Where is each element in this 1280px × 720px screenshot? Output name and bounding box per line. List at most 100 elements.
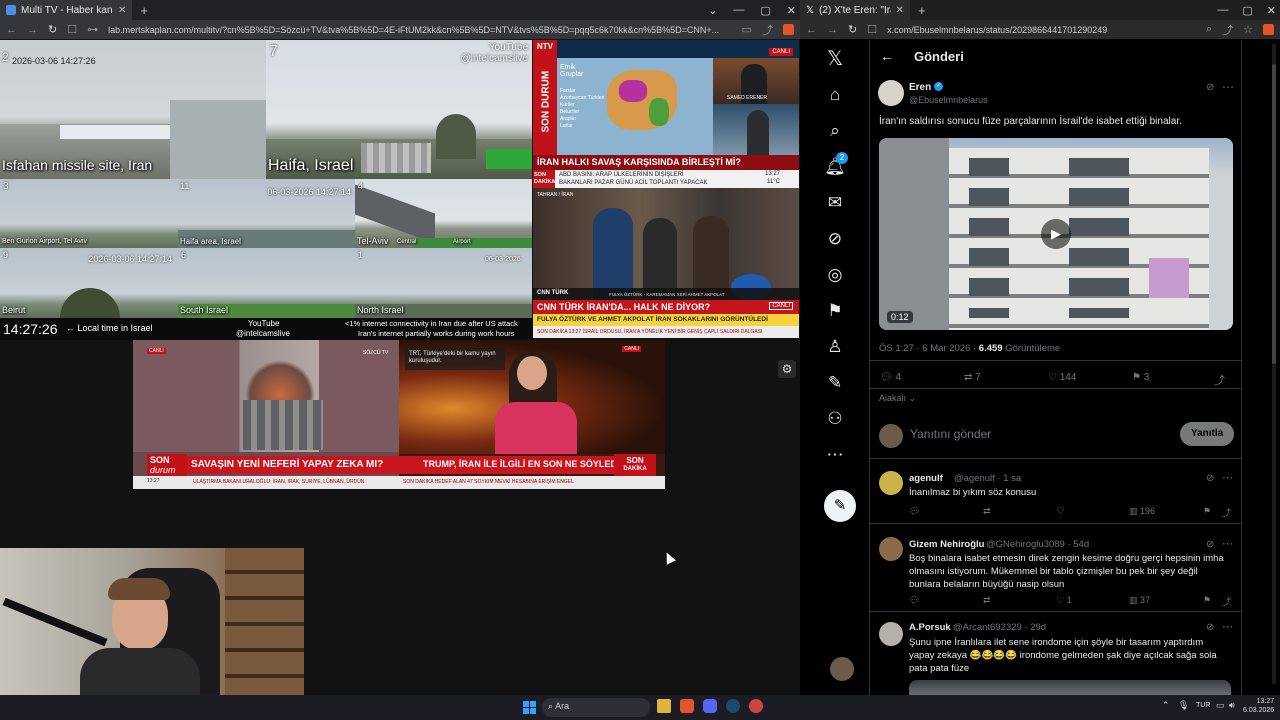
brave-shield-icon[interactable] <box>783 24 794 35</box>
camera-haifa-area[interactable]: 11 06-03-2026 14:27:14 Haifa area, Israe… <box>178 179 355 248</box>
reply-avatar[interactable] <box>879 471 903 495</box>
bookmark-icon[interactable]: ⚑ <box>1203 506 1211 517</box>
camera-south-israel[interactable]: 6 South Israel <box>178 248 355 318</box>
reply-button[interactable]: Yanıtla <box>1180 422 1235 446</box>
share-icon[interactable]: ⤴ <box>1222 506 1231 519</box>
chevron-down-icon[interactable]: ⌄ <box>708 4 717 17</box>
search-icon[interactable]: ⌕ <box>824 120 846 142</box>
post-menu-icon[interactable]: ⋯ <box>1222 80 1234 94</box>
user-avatar[interactable] <box>830 657 854 681</box>
repost-icon[interactable]: ⇄ <box>983 506 991 517</box>
cnn-turk-stream[interactable]: TAHRAN / İRAN CNN TÜRK FULYA ÖZTÜRK - KA… <box>533 188 799 338</box>
new-tab-icon[interactable]: + <box>132 3 156 18</box>
share-icon[interactable]: ⤴ <box>762 22 773 38</box>
notifications-icon[interactable]: 🔔︎ 2 <box>824 152 848 178</box>
scrollbar[interactable] <box>1272 44 1276 684</box>
reload-icon[interactable]: ↻ <box>48 23 57 36</box>
back-icon[interactable]: ← <box>806 24 817 36</box>
compose-list-icon[interactable]: ✎ <box>824 372 846 394</box>
repost-icon[interactable]: ⇄ <box>983 595 991 606</box>
zoom-icon[interactable]: ⌕ <box>1206 23 1212 36</box>
verified-icon[interactable]: ◎ <box>824 264 846 286</box>
close-window-icon[interactable]: ✕ <box>1267 4 1276 17</box>
maximize-icon[interactable]: ▢ <box>760 4 770 17</box>
reply-menu-icon[interactable]: ⋯ <box>1222 537 1233 550</box>
camera-haifa[interactable]: 7 YouTube @intelcamslive Haifa, Israel <box>266 40 532 179</box>
gear-icon[interactable]: ⚙ <box>778 360 796 378</box>
reply-image[interactable] <box>909 680 1231 695</box>
chrome-icon[interactable] <box>749 699 763 713</box>
maximize-icon[interactable]: ▢ <box>1242 4 1252 17</box>
grok-icon[interactable]: ⊘ <box>824 228 846 250</box>
sort-selector[interactable]: Alakalı ⌄ <box>879 393 916 404</box>
action-like[interactable]: ♡ 144 <box>1048 372 1076 383</box>
x-logo-icon[interactable]: 𝕏 <box>824 48 846 70</box>
share-icon[interactable]: ⤴ <box>1222 595 1231 608</box>
forward-icon[interactable]: → <box>827 24 838 36</box>
grok-explain-icon[interactable]: ⊘ <box>1206 539 1214 550</box>
action-bookmark[interactable]: ⚑ 3 <box>1132 372 1149 383</box>
more-icon[interactable]: ⋯ <box>824 444 846 466</box>
action-reply[interactable]: 💬︎ 4 <box>880 372 901 383</box>
ntv-stream[interactable]: NTV SON DURUM Etnik Gruplar Farslar Azer… <box>533 40 799 170</box>
microphone-icon[interactable]: 🎙︎ <box>1178 700 1189 711</box>
steam-icon[interactable] <box>726 699 740 713</box>
new-tab-icon[interactable]: + <box>910 3 934 18</box>
reply-handle[interactable]: @agenulf · 1 sa <box>954 473 1021 484</box>
sozcu-tv-stream[interactable]: CANLI SÖZCÜ TV SON durum SAVAŞIN YENİ NE… <box>133 340 399 489</box>
input-language[interactable]: TUR <box>1196 702 1210 709</box>
reply-item[interactable]: agenulf @agenulf · 1 sa ⊘ ⋯ İnanılmaz bi… <box>870 458 1241 524</box>
reply-avatar[interactable] <box>879 537 903 561</box>
like-stat[interactable]: ♡ 1 <box>1056 595 1072 606</box>
close-tab-icon[interactable]: ✕ <box>118 5 126 16</box>
volume-icon[interactable]: 🔊︎ <box>1229 700 1235 711</box>
minimize-icon[interactable]: — <box>733 4 744 16</box>
reload-icon[interactable]: ↻ <box>848 23 857 36</box>
cast-icon[interactable]: ▭ <box>742 23 752 36</box>
discord-icon[interactable] <box>703 699 717 713</box>
camera-tel-aviv[interactable]: 4 Tel-Aviv Central Airport <box>355 179 532 248</box>
brave-shield-icon[interactable] <box>1263 24 1274 35</box>
author-handle[interactable]: @Ebuselmnbelarus <box>909 95 988 105</box>
reply-item[interactable]: Gizem Nehiroğlu @GNehiroglu3089 · 54d ⊘ … <box>870 524 1241 612</box>
camera-beirut[interactable]: 9 2026-03-06 14:27:14 Beirut <box>0 248 178 318</box>
reply-handle[interactable]: @GNehiroglu3089 · 54d <box>986 539 1089 550</box>
bookmark-icon[interactable]: ☐ <box>867 23 877 36</box>
minimize-icon[interactable]: — <box>1217 4 1228 16</box>
heart-icon[interactable]: ♡ <box>1056 506 1065 517</box>
bookmark-icon[interactable]: ☐ <box>67 23 77 36</box>
author-name[interactable]: Eren <box>909 82 931 93</box>
play-icon[interactable]: ▶ <box>1041 219 1071 249</box>
back-arrow-icon[interactable]: ← <box>880 48 894 64</box>
scrollbar-thumb[interactable] <box>1272 64 1276 364</box>
back-icon[interactable]: ← <box>6 24 17 36</box>
reply-menu-icon[interactable]: ⋯ <box>1222 620 1233 633</box>
forward-icon[interactable]: → <box>27 24 38 36</box>
reply-avatar[interactable] <box>879 622 903 646</box>
post-timestamp[interactable]: ÖS 1:27 · 6 Mar 2026 · <box>879 343 979 354</box>
grok-explain-icon[interactable]: ⊘ <box>1206 622 1214 633</box>
close-tab-icon[interactable]: ✕ <box>896 5 904 16</box>
post-button[interactable]: ✎ <box>824 490 856 522</box>
post-video[interactable]: ▶ 0:12 <box>879 138 1233 330</box>
author-avatar[interactable] <box>878 80 904 106</box>
close-window-icon[interactable]: ✕ <box>787 4 796 17</box>
right-tab-x[interactable]: 𝕏 (2) X'te Eren: "İran'ın saldırısı so..… <box>800 0 910 20</box>
action-repost[interactable]: ⇄ 7 <box>964 372 981 383</box>
reply-item[interactable]: A.Porsuk @Arcant692329 · 29d ⊘ ⋯ Şunu ip… <box>870 612 1241 695</box>
camera-ben-gurion[interactable]: 3 Ben Gurion Airport, Tel Aviv <box>0 179 178 248</box>
profile-icon[interactable]: ⚇ <box>824 408 846 430</box>
bookmarks-icon[interactable]: ⚑ <box>824 300 846 322</box>
start-button-icon[interactable] <box>523 701 536 714</box>
reply-icon[interactable]: 💬︎ <box>909 506 920 517</box>
camera-north-israel[interactable]: 1 06-03-2026 North Israel <box>355 248 532 318</box>
reply-icon[interactable]: 💬︎ <box>909 595 920 606</box>
reply-author[interactable]: A.Porsuk <box>909 622 951 633</box>
taskbar-clock[interactable]: 13:27 6.03.2026 <box>1243 697 1274 715</box>
network-icon[interactable]: ▭ <box>1216 700 1225 711</box>
grok-explain-icon[interactable]: ⊘ <box>1206 82 1214 93</box>
share-icon[interactable]: ⤴ <box>1214 372 1225 388</box>
views-stat[interactable]: ▥ 37 <box>1129 595 1150 606</box>
views-stat[interactable]: ▥ 196 <box>1129 506 1155 517</box>
taskbar-search[interactable]: ⌕ Ara <box>542 698 650 717</box>
